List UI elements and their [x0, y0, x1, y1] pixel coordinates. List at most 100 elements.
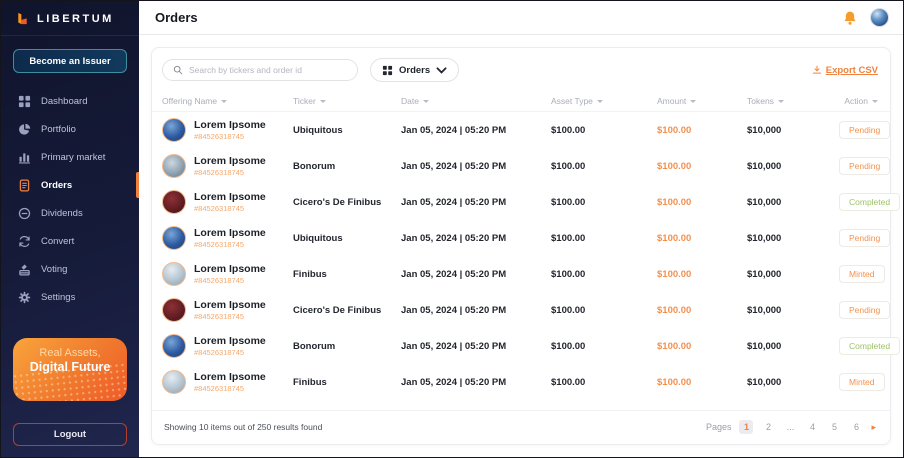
table-row[interactable]: Lorem Ipsome #84526318745 Cicero's De Fi…	[152, 292, 891, 328]
tokens-cell: $10,000	[747, 304, 782, 316]
next-page-arrow[interactable]: ▸	[871, 422, 876, 432]
asset-type-cell: $100.00	[551, 376, 586, 388]
column-header-asset-type[interactable]: Asset Type	[551, 96, 657, 106]
offering-avatar	[162, 298, 186, 322]
user-avatar[interactable]	[870, 8, 889, 27]
ticker-cell: Cicero's De Finibus	[293, 196, 382, 208]
promo-banner[interactable]: Real Assets, Digital Future	[13, 338, 127, 401]
export-csv-link[interactable]: Export CSV	[812, 65, 878, 76]
pagination: Pages 1 2... 4 5 6 ▸	[706, 420, 876, 434]
notifications-bell-icon[interactable]	[842, 10, 858, 26]
table-row[interactable]: Lorem Ipsome #84526318745 Ubiquitous Jan…	[152, 112, 891, 148]
search-input[interactable]	[189, 65, 347, 75]
offering-name: Lorem Ipsome	[194, 334, 266, 347]
offering-name: Lorem Ipsome	[194, 190, 266, 203]
tokens-cell: $10,000	[747, 196, 782, 208]
column-header-action[interactable]: Action	[839, 96, 878, 106]
status-badge[interactable]: Minted	[839, 373, 885, 391]
date-cell: Jan 05, 2024 | 05:20 PM	[401, 268, 507, 280]
sidebar-item-primary-market[interactable]: Primary market	[1, 143, 139, 171]
become-issuer-button[interactable]: Become an Issuer	[13, 49, 127, 73]
sidebar-item-orders[interactable]: Orders	[1, 171, 139, 199]
orders-icon	[18, 178, 31, 192]
sort-caret-icon	[872, 99, 878, 103]
offering-id: #84526318745	[194, 311, 245, 321]
table-row[interactable]: Lorem Ipsome #84526318745 Finibus Jan 05…	[152, 364, 890, 400]
page-button-2[interactable]: 2	[761, 420, 775, 434]
app-window: LIBERTUM Become an Issuer Dashboard Port…	[0, 0, 904, 458]
table-row[interactable]: Lorem Ipsome #84526318745 Finibus Jan 05…	[152, 256, 890, 292]
status-badge[interactable]: Pending	[839, 301, 891, 319]
table-row[interactable]: Lorem Ipsome #84526318745 Bonorum Jan 05…	[152, 328, 901, 364]
offering-avatar	[162, 118, 186, 142]
content-area: Orders Export CSV Offering Name Ticker Dat…	[139, 35, 903, 457]
offering-id: #84526318745	[194, 167, 245, 177]
offering-id: #84526318745	[194, 203, 245, 213]
page-button-5[interactable]: 5	[827, 420, 841, 434]
orders-card: Orders Export CSV Offering Name Ticker Dat…	[151, 47, 901, 445]
search-icon	[173, 65, 183, 75]
sidebar-item-dividends[interactable]: Dividends	[1, 199, 139, 227]
page-button-4[interactable]: 4	[805, 420, 819, 434]
asset-type-cell: $100.00	[551, 268, 586, 280]
ticker-cell: Ubiquitous	[293, 232, 343, 244]
date-cell: Jan 05, 2024 | 05:20 PM	[401, 232, 507, 244]
logout-button[interactable]: Logout	[13, 423, 127, 446]
orders-toolbar: Orders Export CSV	[152, 48, 890, 90]
convert-icon	[18, 235, 31, 248]
sidebar-item-settings[interactable]: Settings	[1, 283, 139, 311]
amount-cell: $100.00	[657, 232, 692, 244]
sidebar-item-dashboard[interactable]: Dashboard	[1, 87, 139, 115]
export-csv-label: Export CSV	[825, 64, 878, 76]
sidebar: LIBERTUM Become an Issuer Dashboard Port…	[1, 1, 139, 457]
table-header: Offering Name Ticker Date Asset Type Amount T…	[152, 90, 890, 112]
column-header-date[interactable]: Date	[401, 96, 551, 106]
column-header-tokens[interactable]: Tokens	[747, 96, 839, 106]
tokens-cell: $10,000	[747, 376, 782, 388]
asset-type-cell: $100.00	[551, 304, 586, 316]
tokens-cell: $10,000	[747, 268, 782, 280]
amount-cell: $100.00	[657, 160, 692, 172]
offering-name: Lorem Ipsome	[194, 118, 266, 131]
status-badge[interactable]: Minted	[839, 265, 885, 283]
column-header-offering-name[interactable]: Offering Name	[162, 96, 293, 106]
sidebar-item-portfolio[interactable]: Portfolio	[1, 115, 139, 143]
table-row[interactable]: Lorem Ipsome #84526318745 Ubiquitous Jan…	[152, 220, 891, 256]
status-badge[interactable]: Completed	[839, 193, 901, 211]
status-badge[interactable]: Pending	[839, 229, 891, 247]
amount-cell: $100.00	[657, 268, 692, 280]
libertum-logo-icon	[18, 12, 27, 25]
page-button-6[interactable]: 6	[849, 420, 863, 434]
offering-id: #84526318745	[194, 239, 245, 249]
main-area: Orders Search by tickers and order id Or…	[139, 1, 903, 457]
sort-caret-icon	[690, 99, 697, 103]
column-header-ticker[interactable]: Ticker	[293, 96, 401, 106]
orders-filter-dropdown[interactable]: Orders	[370, 58, 460, 82]
offering-avatar	[162, 190, 186, 214]
column-header-amount[interactable]: Amount	[657, 96, 747, 106]
status-badge[interactable]: Pending	[839, 121, 891, 139]
date-cell: Jan 05, 2024 | 05:20 PM	[401, 160, 507, 172]
search-box[interactable]	[162, 59, 358, 81]
page-button-1[interactable]: 1	[739, 420, 754, 434]
column-label: Date	[401, 95, 419, 106]
pages-label: Pages	[705, 422, 732, 432]
sidebar-item-label: Primary market	[41, 151, 106, 163]
grid-icon	[382, 65, 393, 75]
sidebar-item-convert[interactable]: Convert	[1, 227, 139, 255]
table-row[interactable]: Lorem Ipsome #84526318745 Bonorum Jan 05…	[152, 148, 891, 184]
sidebar-item-label: Convert	[41, 235, 75, 247]
column-label: Amount	[657, 95, 687, 106]
sidebar-item-label: Dividends	[41, 207, 83, 219]
sidebar-item-voting[interactable]: Voting	[1, 255, 139, 283]
table-row[interactable]: Lorem Ipsome #84526318745 Cicero's De Fi…	[152, 184, 901, 220]
tokens-cell: $10,000	[747, 340, 782, 352]
offering-name: Lorem Ipsome	[194, 226, 266, 239]
sort-caret-icon	[319, 99, 326, 103]
ticker-cell: Bonorum	[293, 160, 336, 172]
promo-line1: Real Assets,	[39, 347, 101, 359]
status-badge[interactable]: Pending	[839, 157, 891, 175]
amount-cell: $100.00	[657, 196, 692, 208]
status-badge[interactable]: Completed	[839, 337, 901, 355]
